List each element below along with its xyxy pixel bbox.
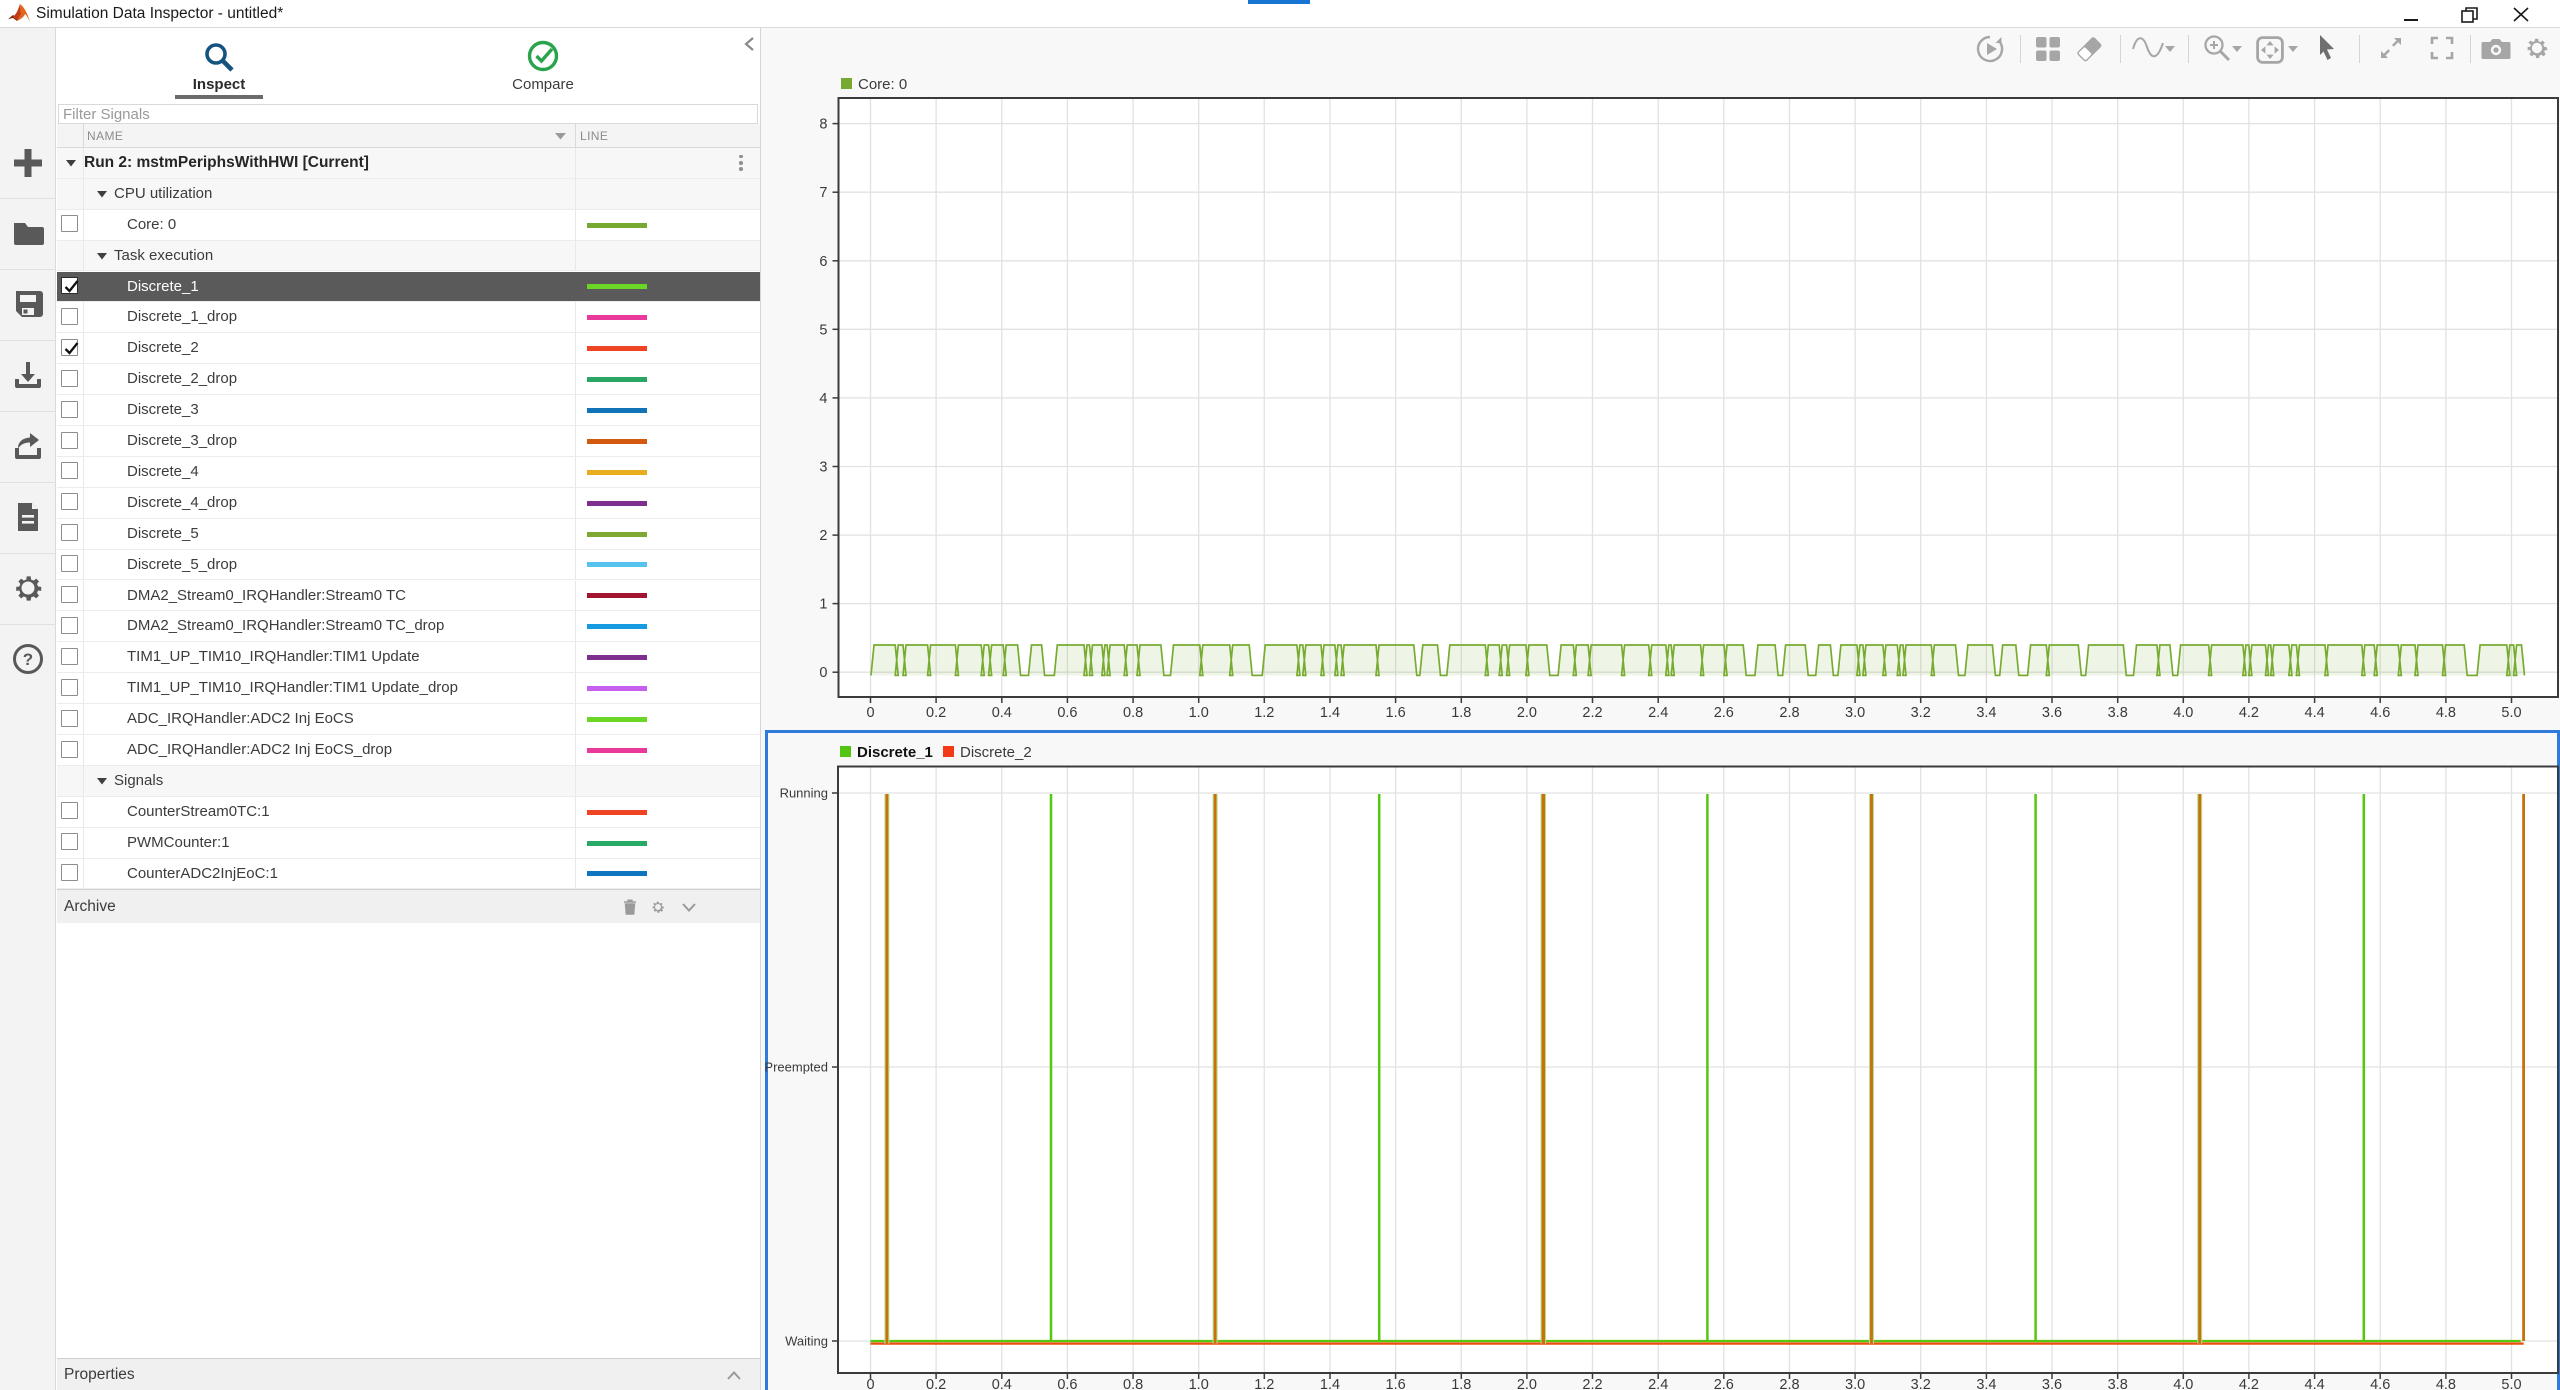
svg-text:2.8: 2.8 bbox=[1779, 705, 1799, 721]
svg-text:1: 1 bbox=[819, 597, 827, 613]
svg-text:0: 0 bbox=[819, 665, 827, 681]
svg-text:4.8: 4.8 bbox=[2436, 705, 2456, 721]
svg-text:2.6: 2.6 bbox=[1714, 705, 1734, 721]
svg-text:5: 5 bbox=[819, 322, 827, 338]
svg-text:3.2: 3.2 bbox=[1911, 1377, 1931, 1390]
svg-text:4.4: 4.4 bbox=[2305, 1377, 2325, 1390]
svg-text:4.2: 4.2 bbox=[2239, 705, 2259, 721]
svg-text:0: 0 bbox=[866, 705, 874, 721]
svg-text:Running: Running bbox=[780, 786, 828, 801]
svg-text:4.2: 4.2 bbox=[2239, 1377, 2259, 1390]
svg-text:0.8: 0.8 bbox=[1123, 1377, 1143, 1390]
svg-text:3.0: 3.0 bbox=[1845, 705, 1865, 721]
svg-text:3: 3 bbox=[819, 460, 827, 476]
svg-text:0.2: 0.2 bbox=[926, 1377, 946, 1390]
svg-text:Core: 0: Core: 0 bbox=[858, 76, 907, 93]
svg-text:2.4: 2.4 bbox=[1648, 705, 1668, 721]
svg-text:3.8: 3.8 bbox=[2108, 1377, 2128, 1390]
svg-text:4: 4 bbox=[819, 391, 827, 407]
svg-text:2.6: 2.6 bbox=[1714, 1377, 1734, 1390]
svg-text:2.4: 2.4 bbox=[1648, 1377, 1668, 1390]
svg-text:2.2: 2.2 bbox=[1582, 1377, 1602, 1390]
svg-text:0.4: 0.4 bbox=[992, 1377, 1012, 1390]
svg-text:Discrete_2: Discrete_2 bbox=[960, 744, 1032, 761]
svg-text:3.4: 3.4 bbox=[1976, 1377, 1996, 1390]
svg-text:4.6: 4.6 bbox=[2370, 705, 2390, 721]
svg-text:8: 8 bbox=[819, 117, 827, 133]
svg-text:3.2: 3.2 bbox=[1911, 705, 1931, 721]
svg-text:1.4: 1.4 bbox=[1320, 705, 1340, 721]
svg-text:2: 2 bbox=[819, 528, 827, 544]
svg-text:Waiting: Waiting bbox=[785, 1334, 828, 1349]
svg-text:0: 0 bbox=[866, 1377, 874, 1390]
svg-text:0.8: 0.8 bbox=[1123, 705, 1143, 721]
svg-text:4.6: 4.6 bbox=[2370, 1377, 2390, 1390]
svg-text:2.0: 2.0 bbox=[1517, 705, 1537, 721]
svg-text:0.4: 0.4 bbox=[992, 705, 1012, 721]
svg-text:4.4: 4.4 bbox=[2305, 705, 2325, 721]
svg-text:2.0: 2.0 bbox=[1517, 1377, 1537, 1390]
svg-text:0.6: 0.6 bbox=[1057, 1377, 1077, 1390]
svg-text:0.6: 0.6 bbox=[1057, 705, 1077, 721]
svg-text:3.4: 3.4 bbox=[1976, 705, 1996, 721]
svg-text:1.6: 1.6 bbox=[1386, 1377, 1406, 1390]
svg-text:6: 6 bbox=[819, 254, 827, 270]
svg-text:2.8: 2.8 bbox=[1779, 1377, 1799, 1390]
svg-text:4.0: 4.0 bbox=[2173, 1377, 2193, 1390]
svg-text:1.4: 1.4 bbox=[1320, 1377, 1340, 1390]
svg-text:4.8: 4.8 bbox=[2436, 1377, 2456, 1390]
svg-text:4.0: 4.0 bbox=[2173, 705, 2193, 721]
svg-text:5.0: 5.0 bbox=[2501, 705, 2521, 721]
svg-text:1.8: 1.8 bbox=[1451, 1377, 1471, 1390]
svg-text:3.6: 3.6 bbox=[2042, 1377, 2062, 1390]
svg-text:3.6: 3.6 bbox=[2042, 705, 2062, 721]
svg-text:5.0: 5.0 bbox=[2501, 1377, 2521, 1390]
svg-text:2.2: 2.2 bbox=[1582, 705, 1602, 721]
svg-text:1.2: 1.2 bbox=[1254, 1377, 1274, 1390]
svg-text:1.6: 1.6 bbox=[1386, 705, 1406, 721]
svg-text:1.2: 1.2 bbox=[1254, 705, 1274, 721]
svg-text:3.0: 3.0 bbox=[1845, 1377, 1865, 1390]
svg-text:1.0: 1.0 bbox=[1189, 705, 1209, 721]
svg-text:3.8: 3.8 bbox=[2108, 705, 2128, 721]
svg-text:7: 7 bbox=[819, 185, 827, 201]
svg-text:Discrete_1: Discrete_1 bbox=[857, 744, 933, 761]
svg-text:0.2: 0.2 bbox=[926, 705, 946, 721]
svg-text:1.8: 1.8 bbox=[1451, 705, 1471, 721]
svg-text:Preempted: Preempted bbox=[764, 1060, 828, 1075]
svg-text:1.0: 1.0 bbox=[1189, 1377, 1209, 1390]
